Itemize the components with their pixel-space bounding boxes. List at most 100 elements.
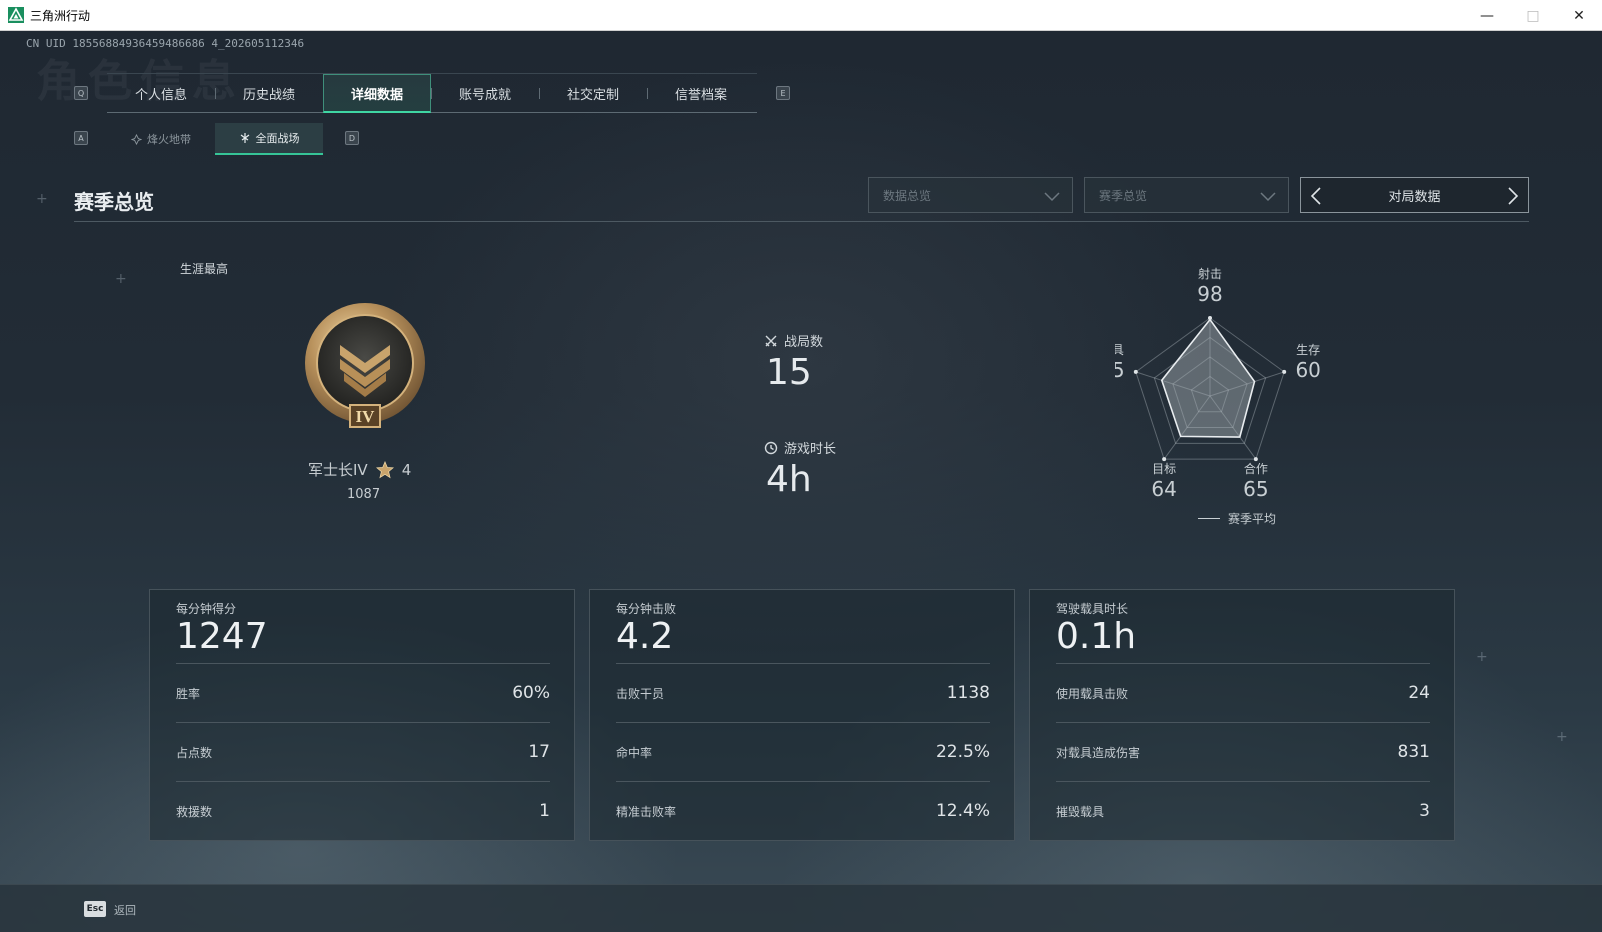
tab-achievements[interactable]: 账号成就 [431,74,539,113]
maximize-button[interactable]: □ [1510,0,1556,31]
key-hint-a[interactable]: A [74,131,88,145]
row-label: 命中率 [616,745,653,760]
radar-vertex-dot [1282,369,1287,374]
tab-social-custom[interactable]: 社交定制 [539,74,647,113]
legend-line [1198,518,1220,519]
radar-vertex-dot [1208,316,1212,320]
row-value: 1 [539,801,550,821]
radar-axis-label: 合作 [1244,461,1268,476]
row-value: 60% [512,683,550,703]
card-title: 每分钟击败 [616,602,677,616]
radar-axis-value: 65 [1115,358,1125,382]
card-row: 摧毁载具 3 [1056,781,1430,840]
chevron-left-icon[interactable] [1309,186,1323,206]
radar-vertex-dot [1253,457,1258,462]
row-label: 摧毁载具 [1056,804,1105,819]
card-row: 对载具造成伤害 831 [1056,722,1430,781]
rank-badge-icon: IV [305,303,425,428]
radar-vertex-dot [1162,457,1167,462]
card-row: 精准击败率 12.4% [616,781,990,840]
badge-numeral: IV [356,407,376,426]
card-value: 0.1h [1056,616,1137,657]
row-label: 对载具造成伤害 [1056,745,1141,760]
tab-match-history[interactable]: 历史战绩 [215,74,323,113]
bottom-bar: Esc 返回 [0,884,1602,932]
card-row: 救援数 1 [176,781,550,840]
key-hint-d[interactable]: D [345,131,359,145]
main-tabbar: 个人信息 历史战绩 详细数据 账号成就 社交定制 信誉档案 [107,73,757,113]
row-value: 22.5% [935,742,990,762]
subtab-label: 烽火地带 [147,133,191,146]
rank-name-row: 军士长IV 4 [308,459,411,480]
row-value: 17 [528,742,550,762]
subtab-battlefield[interactable]: 全面战场 [215,123,323,155]
star-icon [375,460,394,478]
chevron-down-icon [1044,192,1060,202]
row-value: 12.4% [935,801,990,821]
battlefield-icon [240,133,249,143]
tab-detailed-data[interactable]: 详细数据 [323,74,431,113]
radar-axis-value: 65 [1243,477,1268,501]
radar-legend: 赛季平均 [1198,510,1276,527]
row-label: 精准击败率 [616,804,677,819]
card-row: 胜率 60% [176,663,550,722]
section-divider [74,221,1529,222]
row-label: 胜率 [176,686,201,701]
radar-axis-value: 98 [1197,282,1222,306]
radar-axis-label: 载具 [1115,343,1124,357]
playtime-label: 游戏时长 [784,442,837,457]
vehicle-card: 驾驶载具时长 0.1h 使用载具击败 24 对载具造成伤害 831 摧毁载具 3 [1029,589,1455,841]
rank-name: 军士长IV [308,461,368,479]
clock-icon [764,441,778,454]
career-best-label: 生涯最高 [180,262,229,276]
card-row: 命中率 22.5% [616,722,990,781]
season-overview-dropdown[interactable]: 赛季总览 [1084,177,1289,213]
card-title: 驾驶载具时长 [1056,602,1129,616]
matches-label: 战局数 [784,335,824,350]
row-label: 占点数 [176,745,213,760]
chevron-right-icon[interactable] [1506,186,1520,206]
esc-key-hint[interactable]: Esc [84,901,106,917]
uid-label: CN UID 18556884936459486686 4_2026051123… [26,37,305,50]
subtab-label: 全面战场 [255,132,300,145]
key-hint-q[interactable]: Q [74,86,88,100]
card-title: 每分钟得分 [176,602,237,616]
radar-vertex-dot [1133,369,1138,374]
decor-plus-icon: + [115,271,127,287]
row-label: 击败干员 [616,686,665,701]
row-value: 3 [1419,801,1430,821]
pager-label: 对局数据 [1388,189,1441,205]
dropdown-value: 赛季总览 [1099,188,1148,203]
rank-score: 1087 [347,487,381,502]
radar-axis-value: 60 [1295,358,1320,382]
subtab-flame-zone[interactable]: 烽火地带 [107,123,215,155]
ability-radar-chart: 射击98生存60合作65目标64载具65 [1115,266,1321,501]
radar-axis-label: 射击 [1198,266,1222,281]
key-hint-e[interactable]: E [776,86,790,100]
back-label[interactable]: 返回 [114,902,136,918]
tab-credit-record[interactable]: 信誉档案 [647,74,755,113]
flame-zone-icon [131,133,142,145]
mode-subtabs: 烽火地带 全面战场 [107,123,323,155]
minimize-button[interactable]: — [1464,0,1510,31]
tab-personal-info[interactable]: 个人信息 [107,74,215,113]
section-title: 赛季总览 [74,190,154,214]
radar-axis-label: 目标 [1152,462,1176,476]
playtime-value: 4h [766,459,812,500]
playtime-stat: 游戏时长 4h [764,438,836,500]
decor-plus-icon: + [1476,649,1488,665]
row-label: 使用载具击败 [1056,686,1129,701]
legend-label: 赛季平均 [1228,512,1277,526]
row-label: 救援数 [176,804,213,819]
kills-card: 每分钟击败 4.2 击败干员 1138 命中率 22.5% 精准击败率 12.4… [589,589,1015,841]
decor-plus-icon: + [36,191,48,207]
card-value: 4.2 [616,616,674,657]
radar-axis-label: 生存 [1296,343,1320,357]
close-button[interactable]: ✕ [1556,0,1602,31]
dropdown-value: 数据总览 [883,188,932,203]
radar-axis-value: 64 [1151,477,1176,501]
data-overview-dropdown[interactable]: 数据总览 [868,177,1073,213]
match-data-pager: 对局数据 [1300,177,1529,213]
card-row: 使用载具击败 24 [1056,663,1430,722]
score-card: 每分钟得分 1247 胜率 60% 占点数 17 救援数 1 [149,589,575,841]
